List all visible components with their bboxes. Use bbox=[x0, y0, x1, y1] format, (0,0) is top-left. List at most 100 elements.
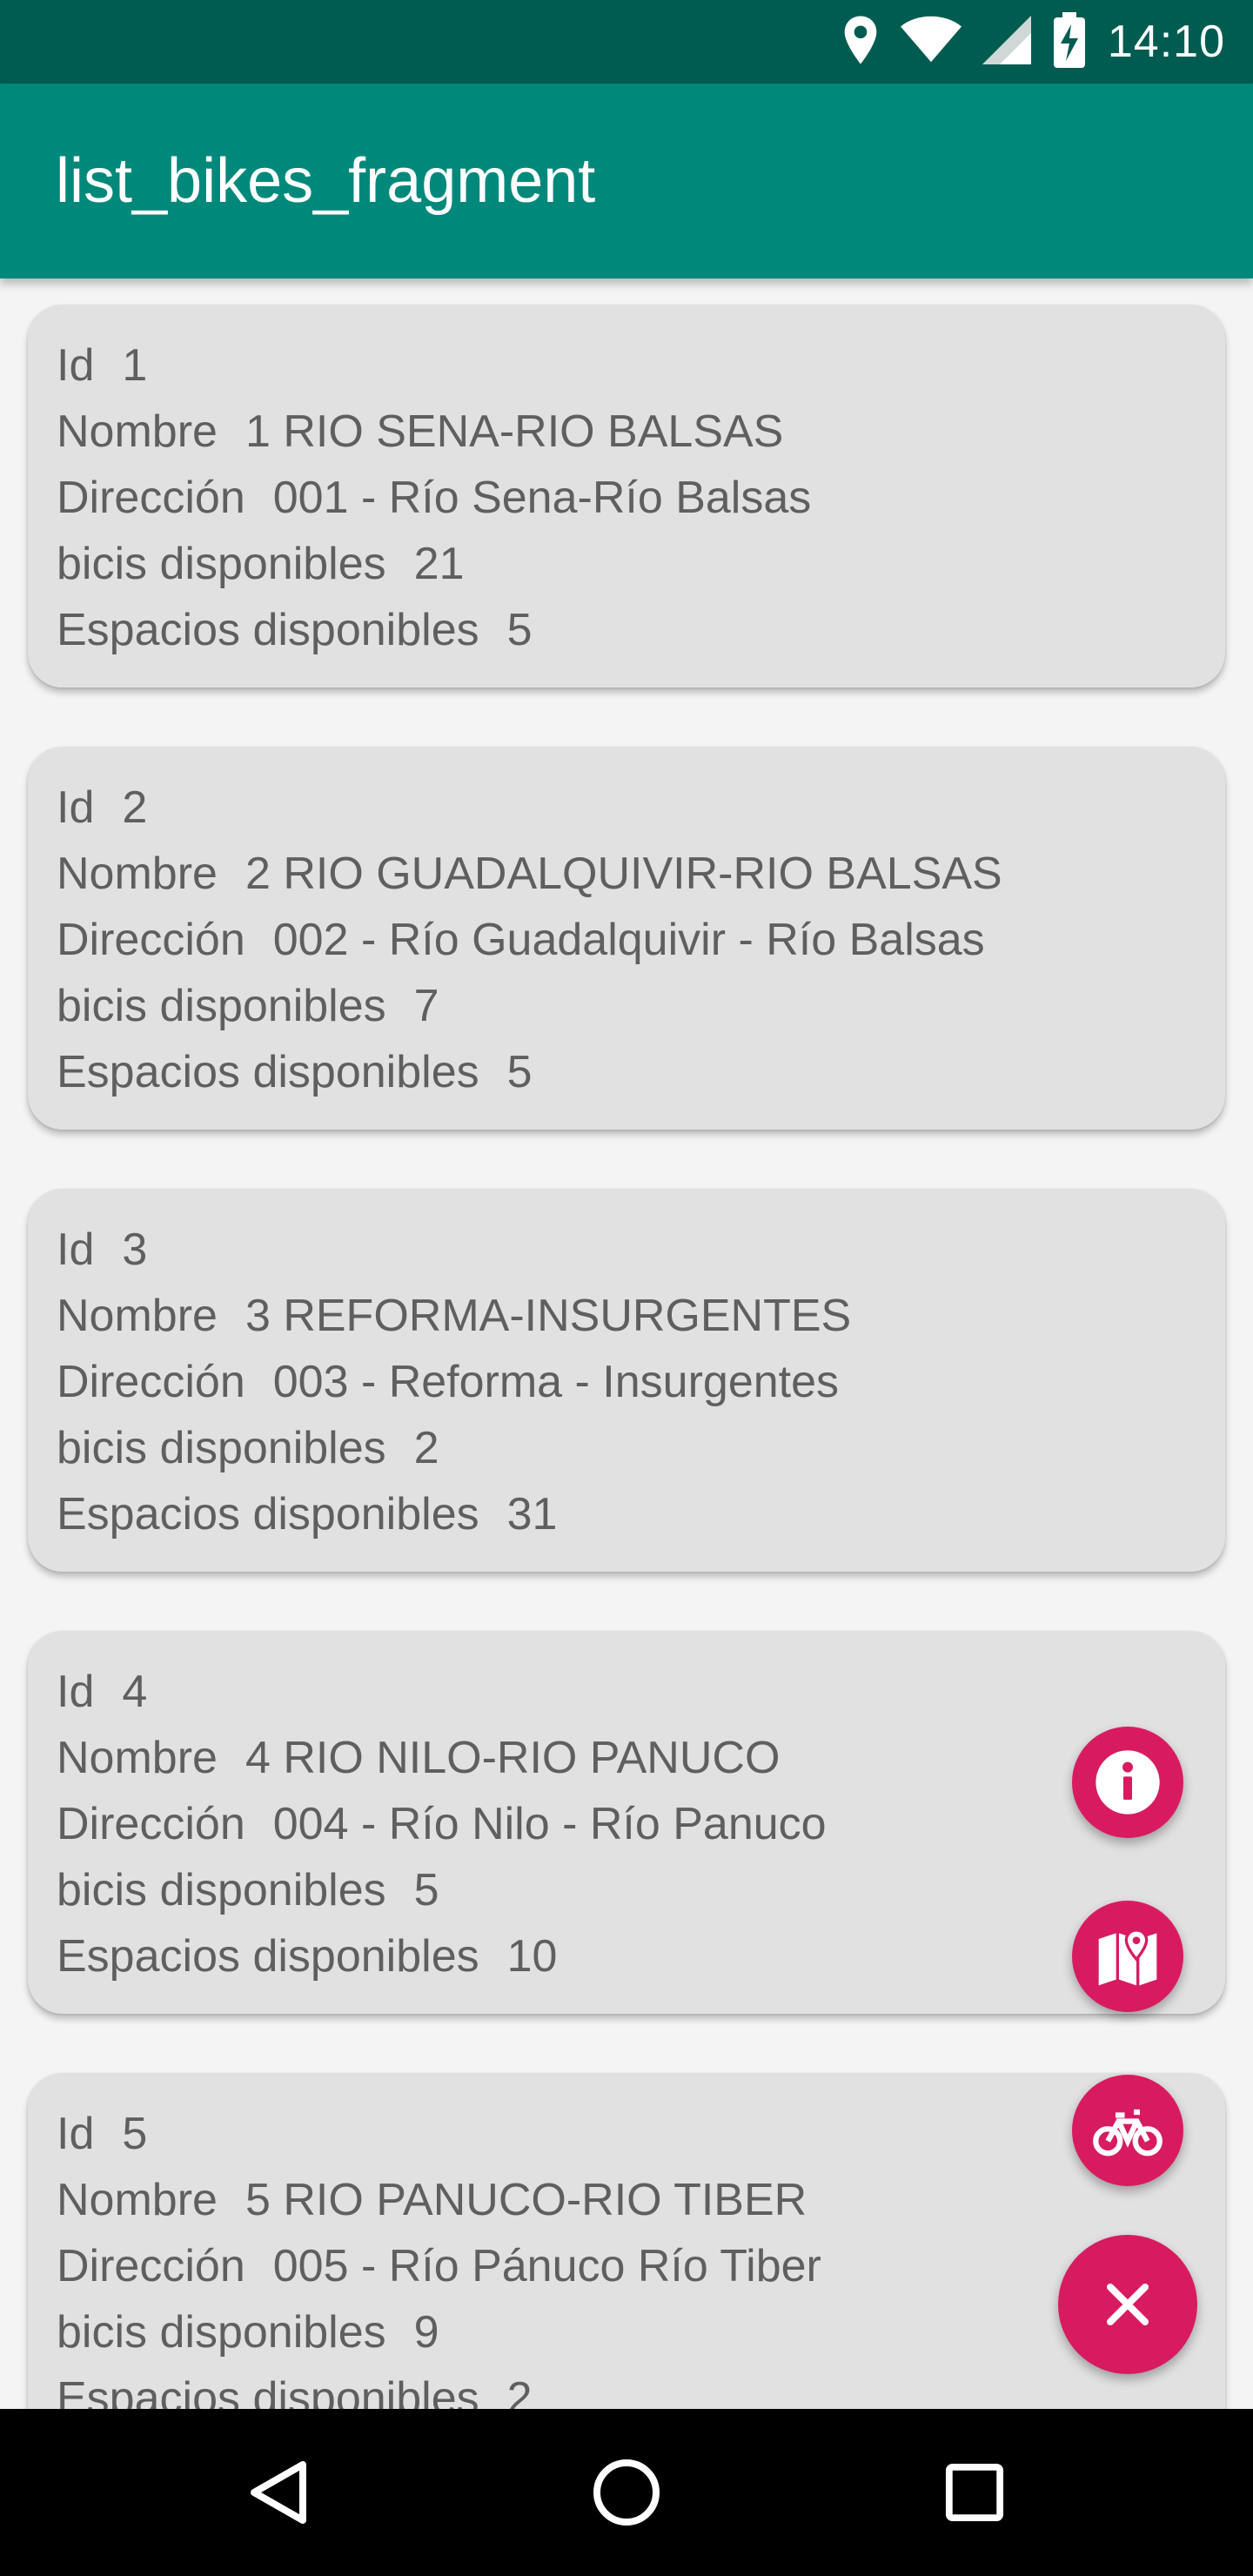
nombre-value: 3 REFORMA-INSURGENTES bbox=[245, 1291, 852, 1341]
bicis-label: bicis disponibles bbox=[57, 981, 386, 1031]
id-label: Id bbox=[57, 1667, 95, 1717]
espacios-row: Espacios disponibles 5 bbox=[57, 1039, 1225, 1105]
recents-button[interactable] bbox=[888, 2409, 1062, 2576]
info-fab[interactable] bbox=[1072, 1727, 1183, 1838]
espacios-row: Espacios disponibles 10 bbox=[57, 1923, 1225, 1989]
nombre-label: Nombre bbox=[57, 1291, 218, 1341]
espacios-label: Espacios disponibles bbox=[57, 605, 479, 655]
direccion-label: Dirección bbox=[57, 915, 245, 965]
id-row: Id 4 bbox=[57, 1659, 1225, 1725]
station-card[interactable]: Id 2 Nombre 2 RIO GUADALQUIVIR-RIO BALSAS … bbox=[28, 747, 1225, 1130]
espacios-row: Espacios disponibles 31 bbox=[57, 1481, 1225, 1547]
recents-icon bbox=[945, 2463, 1004, 2522]
bicis-label: bicis disponibles bbox=[57, 1865, 386, 1915]
bicis-row: bicis disponibles 2 bbox=[57, 1415, 1225, 1481]
nombre-row: Nombre 3 REFORMA-INSURGENTES bbox=[57, 1283, 1225, 1349]
map-icon bbox=[1098, 1929, 1157, 1986]
espacios-label: Espacios disponibles bbox=[57, 1489, 479, 1540]
espacios-value: 10 bbox=[506, 1931, 558, 1982]
id-label: Id bbox=[57, 782, 95, 833]
navigation-bar bbox=[0, 2409, 1253, 2576]
bicis-row: bicis disponibles 9 bbox=[57, 2299, 1225, 2365]
espacios-value: 31 bbox=[506, 1489, 558, 1540]
bicis-label: bicis disponibles bbox=[57, 2307, 386, 2358]
id-row: Id 1 bbox=[57, 332, 1225, 399]
close-icon bbox=[1107, 2284, 1149, 2325]
nombre-row: Nombre 1 RIO SENA-RIO BALSAS bbox=[57, 399, 1225, 465]
nombre-row: Nombre 4 RIO NILO-RIO PANUCO bbox=[57, 1725, 1225, 1791]
bicis-row: bicis disponibles 5 bbox=[57, 1857, 1225, 1923]
espacios-row: Espacios disponibles 5 bbox=[57, 597, 1225, 663]
id-row: Id 2 bbox=[57, 775, 1225, 841]
bicis-row: bicis disponibles 21 bbox=[57, 531, 1225, 597]
nombre-value: 1 RIO SENA-RIO BALSAS bbox=[245, 406, 784, 457]
nombre-value: 4 RIO NILO-RIO PANUCO bbox=[245, 1733, 781, 1783]
direccion-row: Dirección 003 - Reforma - Insurgentes bbox=[57, 1349, 1225, 1415]
id-value: 3 bbox=[122, 1224, 148, 1275]
bicis-row: bicis disponibles 7 bbox=[57, 973, 1225, 1039]
id-value: 1 bbox=[122, 340, 148, 391]
id-row: Id 5 bbox=[57, 2101, 1225, 2167]
app-bar: list_bikes_fragment bbox=[0, 84, 1253, 278]
direccion-row: Dirección 001 - Río Sena-Río Balsas bbox=[57, 465, 1225, 531]
direccion-label: Dirección bbox=[57, 2241, 245, 2291]
direccion-value: 001 - Río Sena-Río Balsas bbox=[272, 473, 812, 523]
direccion-value: 005 - Río Pánuco Río Tiber bbox=[272, 2241, 821, 2291]
status-time: 14:10 bbox=[1107, 17, 1225, 67]
id-value: 4 bbox=[122, 1667, 148, 1717]
bicis-label: bicis disponibles bbox=[57, 1423, 386, 1473]
map-fab[interactable] bbox=[1072, 1901, 1183, 2012]
wifi-icon bbox=[900, 16, 962, 69]
espacios-value: 2 bbox=[506, 2373, 533, 2409]
direccion-label: Dirección bbox=[57, 1799, 245, 1849]
id-label: Id bbox=[57, 340, 95, 391]
location-icon bbox=[841, 14, 880, 70]
espacios-row: Espacios disponibles 2 bbox=[57, 2365, 1225, 2409]
nombre-label: Nombre bbox=[57, 406, 218, 457]
direccion-value: 004 - Río Nilo - Río Panuco bbox=[272, 1799, 827, 1849]
direccion-value: 002 - Río Guadalquivir - Río Balsas bbox=[272, 915, 985, 965]
nombre-row: Nombre 5 RIO PANUCO-RIO TIBER bbox=[57, 2167, 1225, 2233]
status-bar: 14:10 bbox=[0, 0, 1253, 84]
id-value: 5 bbox=[122, 2109, 148, 2159]
signal-icon bbox=[982, 15, 1031, 69]
status-icons: 14:10 bbox=[841, 0, 1225, 84]
direccion-value: 003 - Reforma - Insurgentes bbox=[272, 1357, 840, 1407]
espacios-value: 5 bbox=[506, 605, 533, 655]
bicis-label: bicis disponibles bbox=[57, 539, 386, 589]
station-card[interactable]: Id 3 Nombre 3 REFORMA-INSURGENTES Direcció… bbox=[28, 1189, 1225, 1572]
nombre-value: 2 RIO GUADALQUIVIR-RIO BALSAS bbox=[245, 849, 1002, 899]
nombre-label: Nombre bbox=[57, 1733, 218, 1783]
home-button[interactable] bbox=[539, 2409, 714, 2576]
station-card[interactable]: Id 5 Nombre 5 RIO PANUCO-RIO TIBER Direcci… bbox=[28, 2073, 1225, 2409]
espacios-label: Espacios disponibles bbox=[57, 2373, 479, 2409]
close-fab[interactable] bbox=[1058, 2235, 1197, 2374]
bicis-value: 21 bbox=[413, 539, 465, 589]
id-label: Id bbox=[57, 2109, 95, 2159]
bicis-value: 2 bbox=[413, 1423, 439, 1473]
app-title: list_bikes_fragment bbox=[56, 146, 596, 216]
bicis-value: 7 bbox=[413, 981, 439, 1031]
info-icon bbox=[1096, 1750, 1160, 1815]
direccion-row: Dirección 004 - Río Nilo - Río Panuco bbox=[57, 1791, 1225, 1857]
bicis-value: 5 bbox=[413, 1865, 439, 1915]
station-list[interactable]: Id 1 Nombre 1 RIO SENA-RIO BALSAS Direcció… bbox=[0, 278, 1253, 2409]
nombre-label: Nombre bbox=[57, 849, 218, 899]
id-row: Id 3 bbox=[57, 1217, 1225, 1283]
station-card[interactable]: Id 4 Nombre 4 RIO NILO-RIO PANUCO Direcció… bbox=[28, 1631, 1225, 2014]
espacios-label: Espacios disponibles bbox=[57, 1047, 479, 1097]
direccion-label: Dirección bbox=[57, 1357, 245, 1407]
espacios-label: Espacios disponibles bbox=[57, 1931, 479, 1982]
nombre-value: 5 RIO PANUCO-RIO TIBER bbox=[245, 2175, 807, 2225]
screen: 14:10 list_bikes_fragment Id 1 Nombre 1 RI… bbox=[0, 0, 1253, 2576]
nombre-label: Nombre bbox=[57, 2175, 218, 2225]
station-card[interactable]: Id 1 Nombre 1 RIO SENA-RIO BALSAS Direcció… bbox=[28, 305, 1225, 688]
bike-fab[interactable] bbox=[1072, 2075, 1183, 2186]
id-label: Id bbox=[57, 1224, 95, 1275]
back-button[interactable] bbox=[191, 2409, 365, 2576]
espacios-value: 5 bbox=[506, 1047, 533, 1097]
bike-icon bbox=[1093, 2109, 1163, 2157]
back-icon bbox=[251, 2461, 306, 2524]
id-value: 2 bbox=[122, 782, 148, 833]
direccion-row: Dirección 005 - Río Pánuco Río Tiber bbox=[57, 2233, 1225, 2299]
